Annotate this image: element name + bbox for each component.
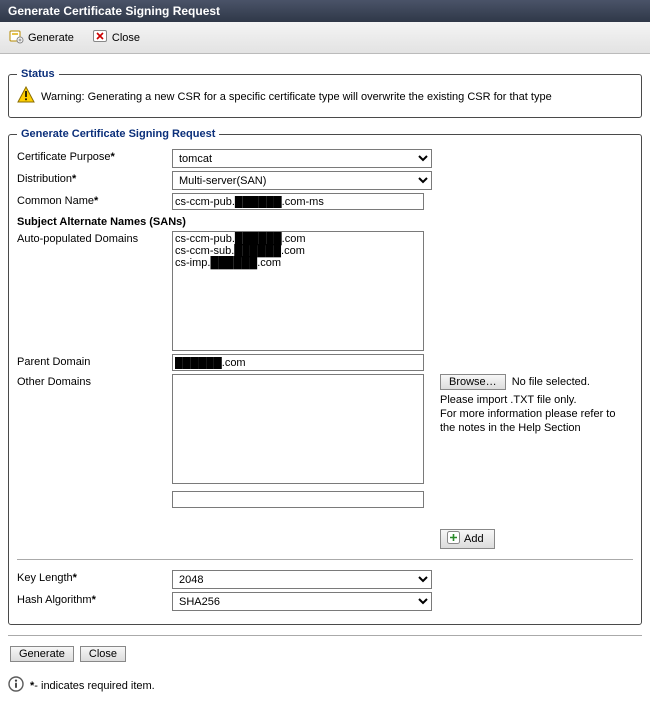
label-hash-algorithm: Hash Algorithm — [17, 592, 172, 606]
other-domains-textarea[interactable] — [172, 374, 424, 484]
footer-note: *- indicates required item. — [8, 676, 642, 695]
close-button[interactable]: Close — [80, 646, 126, 662]
distribution-select[interactable]: Multi-server(SAN) — [172, 171, 432, 190]
warning-icon — [17, 86, 35, 107]
label-common-name: Common Name — [17, 193, 172, 207]
label-other-domains: Other Domains — [17, 374, 172, 388]
generate-icon — [8, 28, 24, 47]
generate-button[interactable]: Generate — [10, 646, 74, 662]
plus-icon — [447, 531, 460, 547]
toolbar-close-button[interactable]: Close — [90, 26, 142, 49]
csr-form-legend: Generate Certificate Signing Request — [17, 128, 219, 140]
toolbar-close-label: Close — [112, 32, 140, 44]
toolbar-generate-label: Generate — [28, 32, 74, 44]
window-title: Generate Certificate Signing Request — [8, 4, 220, 18]
status-text: Warning: Generating a new CSR for a spec… — [41, 91, 552, 103]
hash-algorithm-select[interactable]: SHA256 — [172, 592, 432, 611]
status-fieldset: Status Warning: Generating a new CSR for… — [8, 68, 642, 118]
parent-domain-input[interactable] — [172, 354, 424, 371]
add-button-label: Add — [464, 533, 484, 545]
certificate-purpose-select[interactable]: tomcat — [172, 149, 432, 168]
footer-text: - indicates required item. — [34, 680, 154, 692]
csr-form-fieldset: Generate Certificate Signing Request Cer… — [8, 128, 642, 625]
auto-domains-textarea — [172, 231, 424, 351]
label-distribution: Distribution — [17, 171, 172, 185]
info-icon — [8, 676, 24, 695]
browse-button[interactable]: Browse… — [440, 374, 506, 390]
toolbar-generate-button[interactable]: Generate — [6, 26, 76, 49]
status-legend: Status — [17, 68, 59, 80]
label-parent-domain: Parent Domain — [17, 354, 172, 368]
browse-status: No file selected. — [512, 376, 590, 388]
toolbar: Generate Close — [0, 22, 650, 54]
other-domain-add-input[interactable] — [172, 491, 424, 508]
key-length-select[interactable]: 2048 — [172, 570, 432, 589]
separator — [17, 559, 633, 560]
label-key-length: Key Length — [17, 570, 172, 584]
import-hint: Please import .TXT file only. For more i… — [440, 394, 633, 435]
common-name-input[interactable] — [172, 193, 424, 210]
label-certificate-purpose: Certificate Purpose — [17, 149, 172, 163]
close-icon — [92, 28, 108, 47]
san-header: Subject Alternate Names (SANs) — [17, 216, 633, 228]
label-auto-domains: Auto-populated Domains — [17, 231, 172, 245]
bottom-separator — [8, 635, 642, 636]
window-title-bar: Generate Certificate Signing Request — [0, 0, 650, 22]
add-button[interactable]: Add — [440, 529, 495, 549]
